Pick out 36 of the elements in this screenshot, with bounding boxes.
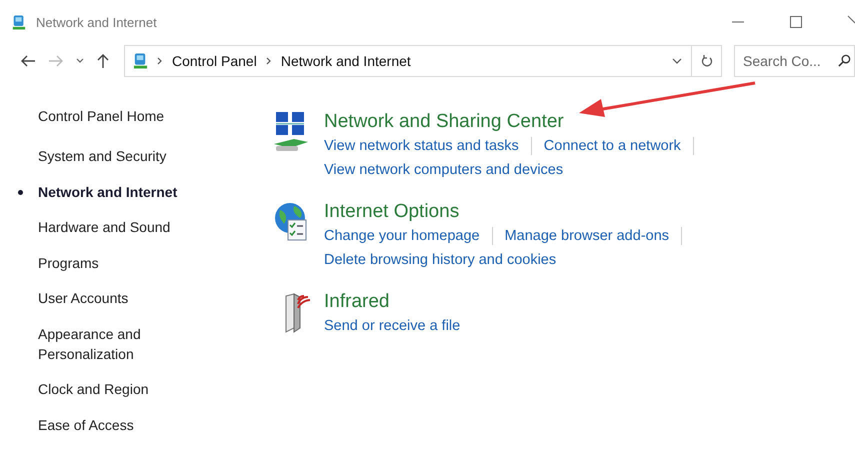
network-icon bbox=[133, 52, 148, 70]
refresh-icon[interactable] bbox=[701, 54, 713, 68]
breadcrumb-chevron-icon[interactable] bbox=[266, 57, 272, 65]
up-arrow-icon[interactable] bbox=[96, 53, 110, 69]
breadcrumb-chevron-icon[interactable] bbox=[157, 57, 163, 65]
window-title: Network and Internet bbox=[36, 14, 157, 30]
chevron-down-icon[interactable] bbox=[76, 58, 84, 64]
sidebar-link[interactable]: Control Panel Home bbox=[38, 106, 228, 126]
back-arrow-icon[interactable] bbox=[20, 54, 36, 68]
task-link[interactable]: Change your homepage bbox=[324, 224, 480, 248]
breadcrumb[interactable]: Control Panel bbox=[172, 53, 257, 69]
search-field[interactable]: Search Co... bbox=[734, 45, 855, 77]
sidebar-item[interactable]: System and Security bbox=[38, 146, 228, 166]
category-title-link[interactable]: Internet Options bbox=[324, 200, 682, 224]
category-title-link[interactable]: Infrared bbox=[324, 290, 460, 314]
sidebar-item[interactable]: Clock and Region bbox=[38, 379, 228, 399]
sidebar-item[interactable]: Network and Internet bbox=[38, 182, 228, 202]
sidebar-item[interactable]: Programs bbox=[38, 252, 228, 272]
network-icon bbox=[12, 14, 26, 30]
category-title-link[interactable]: Network and Sharing Center bbox=[324, 110, 694, 134]
task-link[interactable]: Delete browsing history and cookies bbox=[324, 248, 556, 272]
breadcrumb[interactable]: Network and Internet bbox=[280, 53, 411, 69]
task-link[interactable]: Connect to a network bbox=[544, 134, 681, 158]
address-bar[interactable]: Control Panel Network and Internet bbox=[124, 45, 722, 77]
sidebar-item[interactable]: Appearance and Personalization bbox=[38, 324, 228, 364]
sidebar-item[interactable]: Hardware and Sound bbox=[38, 217, 228, 237]
search-icon bbox=[838, 54, 851, 67]
bullet-icon bbox=[18, 190, 23, 194]
task-link[interactable]: View network status and tasks bbox=[324, 134, 519, 158]
task-link[interactable]: Manage browser add-ons bbox=[504, 224, 670, 248]
task-link[interactable]: Send or receive a file bbox=[324, 314, 460, 338]
maximize-icon[interactable] bbox=[789, 15, 803, 29]
sidebar-item[interactable]: User Accounts bbox=[38, 288, 228, 308]
task-link[interactable]: View network computers and devices bbox=[324, 158, 564, 182]
sidebar-item[interactable]: Ease of Access bbox=[38, 414, 228, 434]
chevron-down-icon[interactable] bbox=[672, 58, 682, 64]
